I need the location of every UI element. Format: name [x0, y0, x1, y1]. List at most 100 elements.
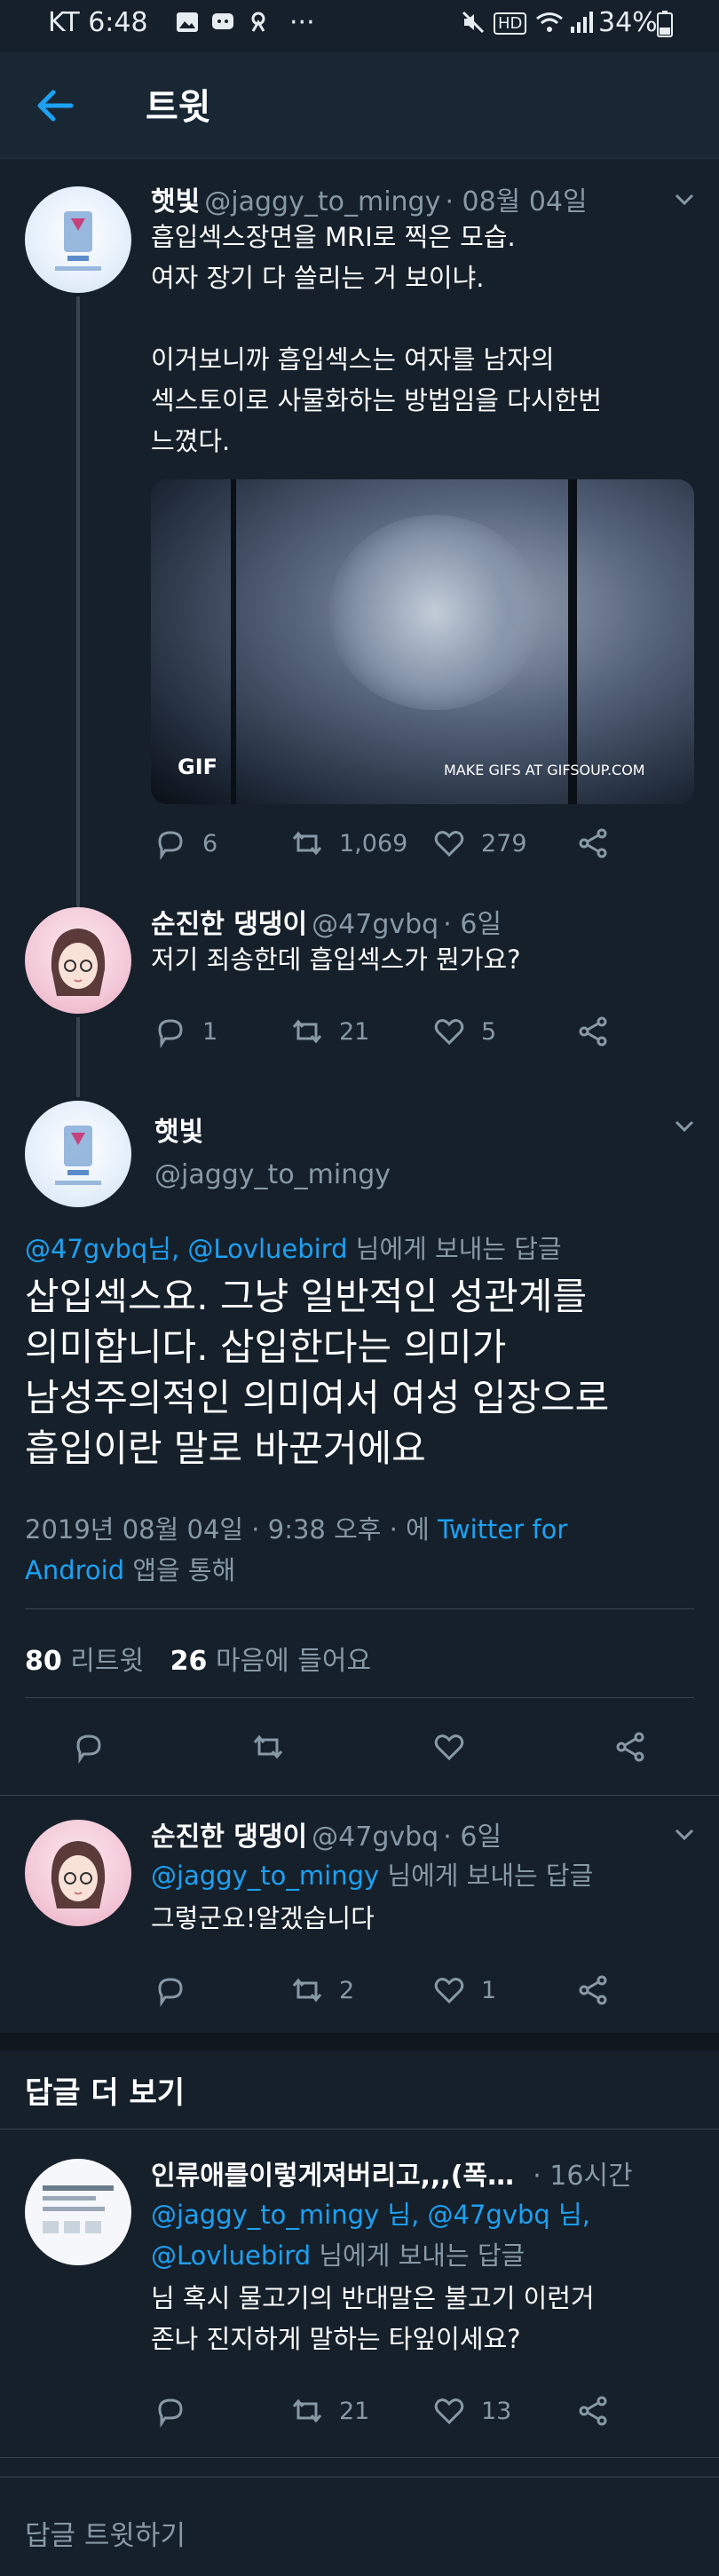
retweet-total[interactable]: 80	[25, 1646, 62, 1677]
section-separator	[0, 2033, 719, 2051]
thread-line	[76, 296, 80, 911]
tweet-header: 인류애를이렇게져버리고,,,(폭… · 16시간	[151, 2153, 683, 2193]
reply-composer[interactable]: 답글 트윗하기	[0, 2477, 719, 2576]
mention[interactable]: @Lovluebird	[187, 1234, 347, 1264]
retweet-icon	[253, 1734, 283, 1759]
reply-icon	[158, 2398, 183, 2428]
retweet-icon	[292, 2398, 322, 2423]
reply-button[interactable]	[153, 2393, 202, 2429]
divider	[0, 1795, 719, 1796]
gallery-icon	[174, 9, 201, 43]
display-name[interactable]: 순진한 댕댕이	[151, 909, 307, 940]
main-tweet-text: 삽입섹스요. 그냥 일반적인 성관계를 의미합니다. 삽입한다는 의미가 남성주…	[25, 1275, 610, 1470]
reply-icon	[158, 831, 183, 860]
like-label[interactable]: 마음에 들어요	[216, 1646, 371, 1677]
display-name[interactable]: 햇빛	[151, 186, 200, 217]
avatar[interactable]	[25, 907, 131, 1014]
display-name[interactable]: 햇빛	[154, 1110, 203, 1149]
handle[interactable]: @47gvbq	[312, 1821, 439, 1853]
mention[interactable]: @jaggy_to_mingy	[151, 1861, 379, 1891]
like-count: 5	[481, 1017, 497, 1046]
handle[interactable]: @jaggy_to_mingy	[154, 1159, 391, 1190]
like-button[interactable]	[431, 1729, 467, 1765]
tweet-text: 흡입섹스장면을 MRI로 찍은 모습. 여자 장기 다 쓸리는 거 보이냐. 이…	[151, 222, 602, 456]
retweet-icon	[292, 1978, 322, 2003]
back-arrow-icon[interactable]	[32, 83, 76, 128]
reply-button[interactable]	[71, 1729, 107, 1765]
mention[interactable]: @Lovluebird	[151, 2240, 311, 2271]
chevron-down-icon[interactable]	[671, 1821, 698, 1852]
retweet-icon	[292, 831, 322, 856]
tweet-meta: 2019년 08월 04일 · 9:38 오후 · 에 Twitter for …	[25, 1509, 699, 1591]
reply-to-suffix: 님에게 보내는 답글	[379, 1861, 594, 1891]
like-button[interactable]: 5	[431, 1014, 496, 1049]
chevron-down-icon[interactable]	[671, 1113, 698, 1143]
share-button[interactable]	[575, 2393, 611, 2429]
divider	[25, 1697, 694, 1698]
tweet-date: · 16시간	[533, 2161, 633, 2192]
chevron-down-icon[interactable]	[671, 186, 698, 217]
reply-to-suffix: 님에게 보내는 답글	[311, 2240, 525, 2271]
like-button[interactable]: 1	[431, 1972, 496, 2008]
share-button[interactable]	[575, 826, 611, 861]
retweet-label[interactable]: 리트윗	[70, 1646, 144, 1677]
mute-icon	[460, 9, 486, 43]
tweet-timestamp: 2019년 08월 04일 · 9:38 오후 · 에	[25, 1514, 438, 1545]
anime-avatar-icon	[51, 1841, 106, 1908]
retweet-button[interactable]: 21	[289, 1014, 369, 1049]
display-name[interactable]: 인류애를이렇게져버리고,,,(폭…	[151, 2161, 514, 2192]
avatar[interactable]	[25, 2159, 131, 2265]
retweet-count: 1,069	[339, 829, 408, 857]
reply-count: 6	[202, 829, 218, 857]
hd-icon: HD	[494, 12, 527, 35]
retweet-button[interactable]: 21	[289, 2393, 369, 2429]
gif-media[interactable]: GIF MAKE GIFS AT GIFSOUP.COM	[151, 479, 694, 804]
divider	[25, 1608, 694, 1609]
source-link[interactable]: Android	[25, 1555, 124, 1585]
share-button[interactable]	[575, 1972, 611, 2008]
share-button[interactable]	[575, 1014, 611, 1049]
mention[interactable]: @47gvbq	[25, 1234, 147, 1264]
heart-icon	[434, 1978, 464, 2004]
status-bar: KT 6:48 ··· HD 34%	[0, 0, 719, 51]
avatar[interactable]	[25, 1101, 131, 1207]
gif-watermark: MAKE GIFS AT GIFSOUP.COM	[444, 762, 645, 778]
tweet-header: 햇빛 @jaggy_to_mingy · 08월 04일	[151, 179, 675, 218]
share-icon	[616, 1732, 644, 1762]
retweet-button[interactable]: 1,069	[289, 826, 407, 861]
signal-icon	[568, 9, 595, 43]
mention-list[interactable]: @jaggy_to_mingy 님, @47gvbq 님,	[151, 2200, 590, 2230]
share-button[interactable]	[612, 1729, 648, 1765]
retweet-count: 21	[339, 2397, 370, 2425]
display-name[interactable]: 순진한 댕댕이	[151, 1821, 307, 1853]
reply-to-line: @jaggy_to_mingy 님에게 보내는 답글	[151, 1855, 593, 1892]
divider	[0, 2457, 719, 2458]
reply-to-suffix: 님에게 보내는 답글	[347, 1234, 562, 1264]
more-notifications: ···	[289, 7, 315, 38]
source-link[interactable]: Twitter for	[438, 1514, 567, 1545]
reply-to-line: @47gvbq님, @Lovluebird 님에게 보내는 답글	[25, 1229, 562, 1266]
heart-icon	[434, 1734, 464, 1761]
reply-button[interactable]	[153, 1972, 202, 2008]
like-count: 13	[481, 2397, 512, 2425]
heart-icon	[434, 831, 464, 857]
reply-button[interactable]: 6	[153, 826, 217, 861]
reply-button[interactable]: 1	[153, 1014, 217, 1049]
avatar[interactable]	[25, 1820, 131, 1926]
divider	[0, 2129, 719, 2130]
composer-placeholder[interactable]: 답글 트윗하기	[25, 2513, 186, 2553]
heart-icon	[434, 2398, 464, 2425]
like-button[interactable]: 13	[431, 2393, 511, 2429]
anime-avatar-icon	[51, 928, 106, 996]
reply-to-line: @jaggy_to_mingy 님, @47gvbq 님, @Lovluebir…	[151, 2194, 701, 2276]
thread-line	[76, 1017, 80, 1097]
like-total[interactable]: 26	[170, 1646, 208, 1677]
avatar[interactable]	[25, 186, 131, 293]
retweet-button[interactable]	[250, 1729, 286, 1765]
reply-icon	[158, 1978, 183, 2007]
retweet-button[interactable]: 2	[289, 1972, 354, 2008]
like-button[interactable]: 279	[431, 826, 527, 861]
handle[interactable]: @jaggy_to_mingy	[204, 186, 440, 217]
tweet-text: 그렇군요!알겠습니다	[151, 1903, 375, 1933]
handle[interactable]: @47gvbq	[312, 909, 439, 940]
